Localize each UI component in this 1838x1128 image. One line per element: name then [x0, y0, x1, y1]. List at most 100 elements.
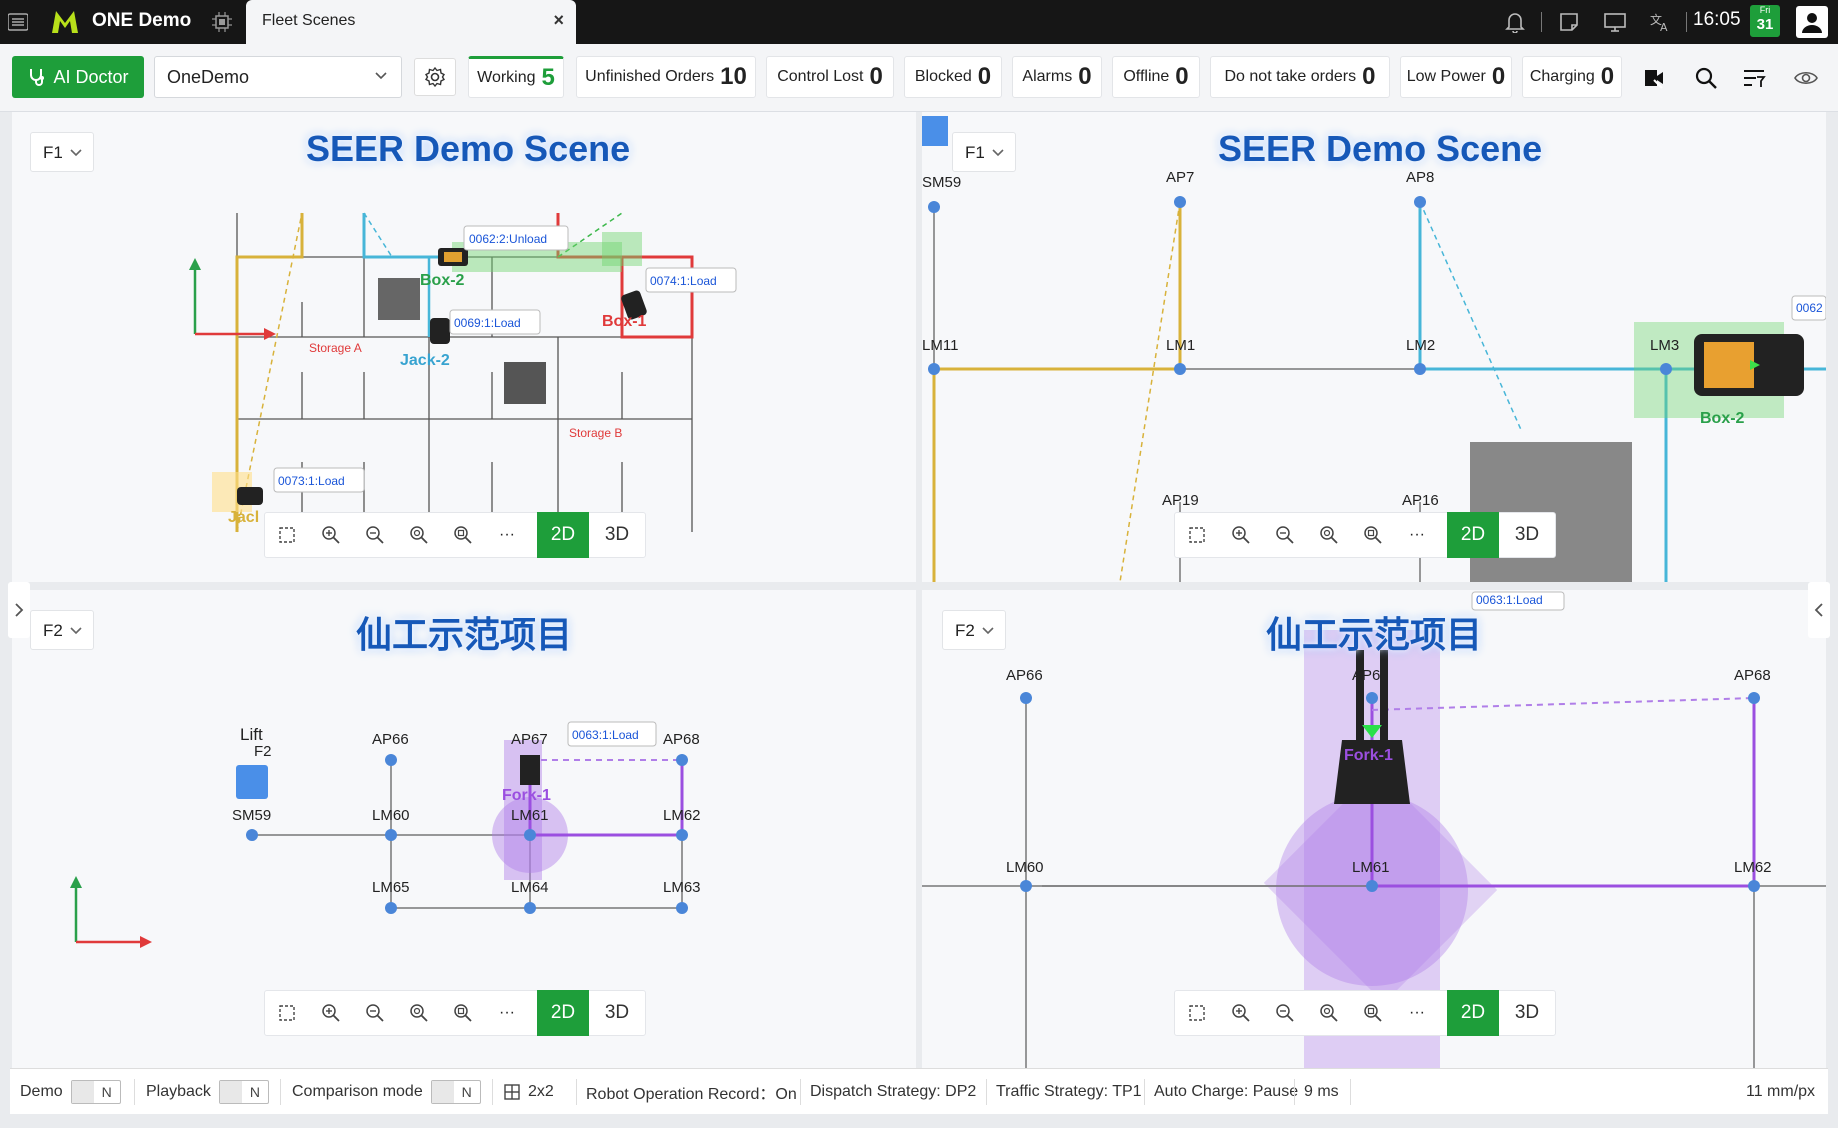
stat-low-power[interactable]: Low Power 0 — [1400, 56, 1512, 98]
map-pane-top-left[interactable]: 0062:2:Unload 0074:1:Load 0069:1:Load 00… — [12, 112, 916, 582]
layout-switch[interactable]: 2x2 — [504, 1069, 554, 1115]
map-pane-top-right[interactable]: F2 SM59 AP7 AP8 LM11 LM1 LM2 LM3 — [922, 112, 1826, 582]
select-area-icon[interactable] — [265, 991, 309, 1035]
storage-label: Storage A — [309, 341, 362, 355]
stat-alarms[interactable]: Alarms 0 — [1012, 56, 1102, 98]
translate-icon[interactable]: 文A — [1648, 9, 1674, 35]
menu-icon[interactable] — [6, 10, 30, 34]
view-2d-button[interactable]: 2D — [537, 990, 589, 1036]
cpu-icon[interactable] — [208, 8, 236, 36]
scene-title: 仙工示范项目 — [1266, 614, 1483, 655]
floor-select[interactable]: F2 — [942, 610, 1006, 650]
zoom-reset-icon[interactable] — [1351, 991, 1395, 1035]
zoom-fit-icon[interactable] — [1307, 513, 1351, 557]
map-controls: ··· 2D 3D — [264, 990, 646, 1036]
more-button[interactable]: ··· — [485, 513, 529, 557]
node-label: LM2 — [1406, 337, 1435, 354]
node-label: LM60 — [372, 807, 410, 824]
user-avatar-icon[interactable] — [1796, 6, 1828, 38]
bell-icon[interactable] — [1502, 9, 1528, 35]
node-label: AP66 — [372, 731, 409, 748]
stat-offline[interactable]: Offline 0 — [1112, 56, 1200, 98]
search-icon[interactable] — [1692, 64, 1720, 92]
view-3d-button[interactable]: 3D — [1499, 990, 1555, 1036]
map-pane-bottom-right[interactable]: AP66 AP6 AP68 LM60 LM61 LM62 Fork-1 0063… — [922, 590, 1826, 1068]
select-area-icon[interactable] — [1175, 513, 1219, 557]
map-workspace: 0062:2:Unload 0074:1:Load 0069:1:Load 00… — [0, 112, 1838, 1068]
expand-left-panel-button[interactable] — [8, 582, 30, 638]
robot-label: Box-2 — [420, 272, 465, 289]
zoom-fit-icon[interactable] — [397, 991, 441, 1035]
dispatch-strategy[interactable]: Dispatch Strategy: DP2 — [810, 1069, 976, 1115]
node-label: AP8 — [1406, 169, 1434, 186]
video-edit-icon[interactable] — [1640, 64, 1668, 92]
floor-select[interactable]: F1 — [952, 132, 1016, 172]
view-3d-button[interactable]: 3D — [589, 512, 645, 558]
map-controls: ··· 2D 3D — [264, 512, 646, 558]
ai-doctor-button[interactable]: AI Doctor — [12, 56, 144, 98]
order-label: 0069:1:Load — [454, 316, 521, 330]
expand-right-panel-button[interactable] — [1808, 582, 1830, 638]
zoom-out-icon[interactable] — [1263, 991, 1307, 1035]
floor-select[interactable]: F2 — [30, 610, 94, 650]
auto-charge[interactable]: Auto Charge: Pause — [1154, 1069, 1298, 1115]
robot-label: Box-1 — [602, 313, 647, 330]
close-icon[interactable]: × — [553, 10, 564, 31]
node-label: AP19 — [1162, 492, 1199, 509]
floor-select[interactable]: F1 — [30, 132, 94, 172]
zoom-in-icon[interactable] — [309, 513, 353, 557]
node-label: AP68 — [663, 731, 700, 748]
view-2d-button[interactable]: 2D — [537, 512, 589, 558]
zoom-in-icon[interactable] — [1219, 991, 1263, 1035]
stat-working[interactable]: Working 5 — [468, 56, 564, 98]
tab-label: Fleet Scenes — [262, 12, 356, 29]
playback-toggle[interactable]: N — [218, 1080, 269, 1104]
view-2d-button[interactable]: 2D — [1447, 512, 1499, 558]
grid-icon — [504, 1084, 520, 1100]
zoom-out-icon[interactable] — [1263, 513, 1307, 557]
calendar-icon[interactable]: Fri 31 — [1750, 5, 1780, 37]
node-label: LM3 — [1650, 337, 1679, 354]
node-label: LM63 — [663, 879, 701, 896]
stat-control-lost[interactable]: Control Lost 0 — [766, 56, 894, 98]
monitor-icon[interactable] — [1602, 9, 1628, 35]
select-area-icon[interactable] — [1175, 991, 1219, 1035]
robot-fork-1 — [520, 755, 540, 785]
stat-blocked[interactable]: Blocked 0 — [904, 56, 1002, 98]
zoom-in-icon[interactable] — [1219, 513, 1263, 557]
eye-icon[interactable] — [1792, 64, 1820, 92]
lift-label: Lift — [240, 725, 263, 744]
view-2d-button[interactable]: 2D — [1447, 990, 1499, 1036]
select-area-icon[interactable] — [265, 513, 309, 557]
stat-charging[interactable]: Charging 0 — [1522, 56, 1622, 98]
zoom-in-icon[interactable] — [309, 991, 353, 1035]
traffic-strategy[interactable]: Traffic Strategy: TP1 — [996, 1069, 1142, 1115]
zoom-reset-icon[interactable] — [441, 991, 485, 1035]
node-label: SM59 — [922, 174, 961, 191]
notes-icon[interactable] — [1556, 9, 1582, 35]
map-pane-bottom-left[interactable]: Lift F2 SM59 AP66 AP67 AP68 LM60 LM61 LM… — [12, 590, 916, 1068]
stat-unfinished-orders[interactable]: Unfinished Orders 10 — [576, 56, 756, 98]
machine-photo — [504, 362, 546, 404]
zoom-reset-icon[interactable] — [1351, 513, 1395, 557]
filter-icon[interactable] — [1740, 64, 1768, 92]
stat-do-not-take-orders[interactable]: Do not take orders 0 — [1210, 56, 1390, 98]
comparison-toggle[interactable]: N — [430, 1080, 481, 1104]
zoom-fit-icon[interactable] — [1307, 991, 1351, 1035]
view-3d-button[interactable]: 3D — [1499, 512, 1555, 558]
more-button[interactable]: ··· — [1395, 991, 1439, 1035]
zoom-out-icon[interactable] — [353, 991, 397, 1035]
zoom-fit-icon[interactable] — [397, 513, 441, 557]
demo-toggle[interactable]: N — [70, 1080, 121, 1104]
operation-record[interactable]: Robot Operation Record：On — [586, 1069, 797, 1115]
order-label: 0062:2:Unload — [469, 232, 547, 246]
view-3d-button[interactable]: 3D — [589, 990, 645, 1036]
scene-select[interactable]: OneDemo — [154, 56, 402, 98]
more-button[interactable]: ··· — [485, 991, 529, 1035]
node-label: AP6 — [1352, 667, 1380, 684]
more-button[interactable]: ··· — [1395, 513, 1439, 557]
tab-fleet-scenes[interactable]: Fleet Scenes × — [246, 0, 576, 44]
zoom-out-icon[interactable] — [353, 513, 397, 557]
zoom-reset-icon[interactable] — [441, 513, 485, 557]
gear-button[interactable] — [414, 58, 456, 96]
